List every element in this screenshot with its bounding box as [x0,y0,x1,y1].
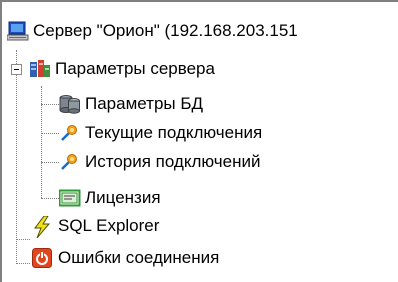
tree-item-label: История подключений [85,152,261,171]
server-tree-view[interactable]: Сервер "Орион" (192.168.203.151 Параметр… [0,0,398,282]
connection-plug-icon [59,123,79,143]
tree-connector-line [16,50,17,264]
lightning-icon [32,215,52,239]
tree-connector-line [41,86,42,198]
connection-plug-icon [59,152,79,172]
tree-item-current-connections[interactable]: Текущие подключения [59,120,262,146]
tree-item-db-params[interactable]: Параметры БД [59,91,203,117]
tree-item-server-root[interactable]: Сервер "Орион" (192.168.203.151 [6,18,298,44]
tree-connector-line [16,263,30,264]
collapse-toggle[interactable] [11,64,22,75]
tree-item-connection-errors[interactable]: Ошибки соединения [32,245,219,271]
database-icon [59,94,80,114]
tree-item-label: Текущие подключения [85,123,263,142]
tree-item-license[interactable]: Лицензия [58,185,161,211]
error-power-icon [32,248,52,268]
tree-connector-line [16,239,30,240]
tree-item-label: Параметры сервера [55,59,215,78]
server-settings-icon [29,59,50,79]
tree-connector-line [41,162,59,163]
tree-item-label: Сервер "Орион" (192.168.203.151 [33,21,298,40]
tree-item-label: Параметры БД [85,94,204,113]
computer-icon [6,21,29,41]
tree-connector-line [41,104,59,105]
license-certificate-icon [58,188,81,208]
tree-connector-line [41,133,59,134]
tree-item-sql-explorer[interactable]: SQL Explorer [32,213,159,239]
tree-item-label: Ошибки соединения [58,248,220,267]
tree-item-connection-history[interactable]: История подключений [59,149,260,175]
tree-connector-line [41,198,59,199]
tree-item-label: SQL Explorer [58,216,160,235]
tree-item-label: Лицензия [85,188,161,207]
tree-item-server-params[interactable]: Параметры сервера [29,56,215,82]
